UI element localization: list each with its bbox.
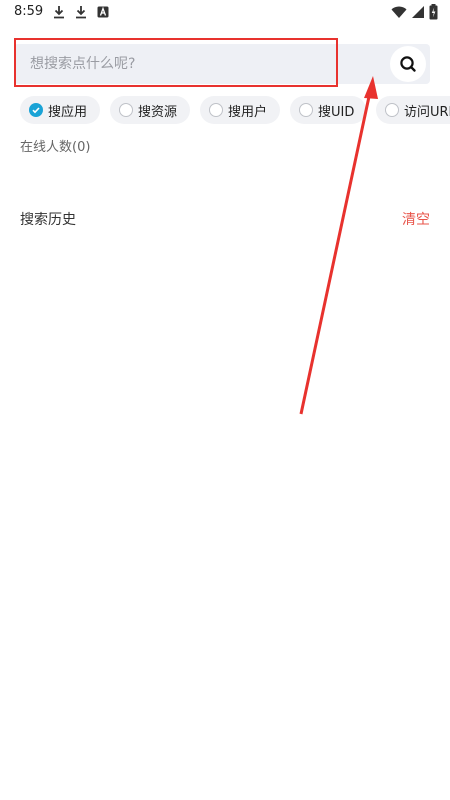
filter-chip-url[interactable]: 访问URL [376, 96, 450, 124]
radio-icon [385, 103, 399, 117]
filter-chip-apps[interactable]: 搜应用 [20, 96, 100, 124]
download-icon [76, 6, 86, 19]
filter-chip-label: 访问URL [404, 104, 450, 120]
filter-chip-label: 搜应用 [48, 104, 88, 120]
status-right-icons [391, 4, 438, 20]
history-title: 搜索历史 [20, 212, 76, 228]
signal-icon [412, 6, 424, 18]
filter-chip-label: 搜用户 [228, 104, 268, 120]
radio-icon [299, 103, 313, 117]
clear-history-button[interactable]: 清空 [402, 209, 430, 229]
wifi-icon [391, 6, 407, 18]
battery-icon [429, 4, 438, 20]
search-icon [400, 56, 416, 72]
download-icon [54, 6, 64, 19]
radio-icon [119, 103, 133, 117]
filter-chip-uid[interactable]: 搜UID [290, 96, 366, 124]
radio-icon [209, 103, 223, 117]
status-left-icons [52, 5, 110, 19]
search-bar [14, 44, 430, 84]
app-notification-icon [97, 6, 109, 18]
status-time: 8:59 [14, 4, 44, 19]
status-bar: 8:59 [0, 0, 450, 26]
filter-chip-resources[interactable]: 搜资源 [110, 96, 190, 124]
search-type-filters: 搜应用 搜资源 搜用户 搜UID 访问URL [20, 96, 450, 124]
filter-chip-label: 搜资源 [138, 104, 178, 120]
search-input[interactable] [16, 44, 336, 84]
online-count: 在线人数(0) [20, 140, 91, 155]
filter-chip-label: 搜UID [318, 104, 355, 120]
search-button[interactable] [390, 46, 426, 82]
filter-chip-users[interactable]: 搜用户 [200, 96, 280, 124]
checked-radio-icon [29, 103, 43, 117]
